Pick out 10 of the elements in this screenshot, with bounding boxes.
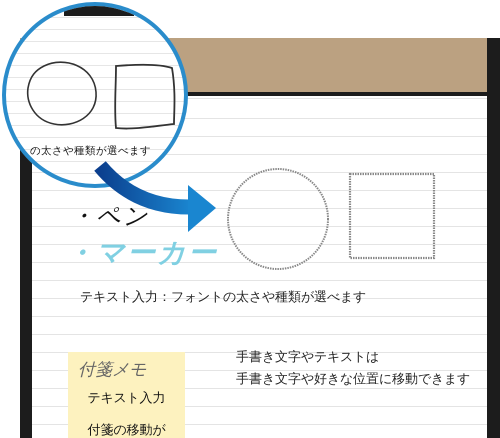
caption-text: の太さや種類が選べます bbox=[30, 144, 151, 158]
marker-handwriting: ・マーカー bbox=[66, 235, 218, 271]
text-line: 手書き文字やテキストは bbox=[236, 349, 380, 366]
sticky-text: 付箋の移動が bbox=[88, 422, 166, 438]
sticky-handwriting: 付箋メモ bbox=[78, 359, 146, 381]
sticky-note[interactable]: 付箋メモ テキスト入力 付箋の移動が bbox=[68, 352, 185, 438]
sticky-text: テキスト入力 bbox=[88, 390, 166, 407]
text-input-sample: テキスト入力：フォントの太さや種類が選べます bbox=[80, 289, 366, 306]
pen-handwriting: ・ペン bbox=[70, 201, 150, 232]
text-line: 手書き文字や好きな位置に移動できます bbox=[236, 371, 470, 388]
